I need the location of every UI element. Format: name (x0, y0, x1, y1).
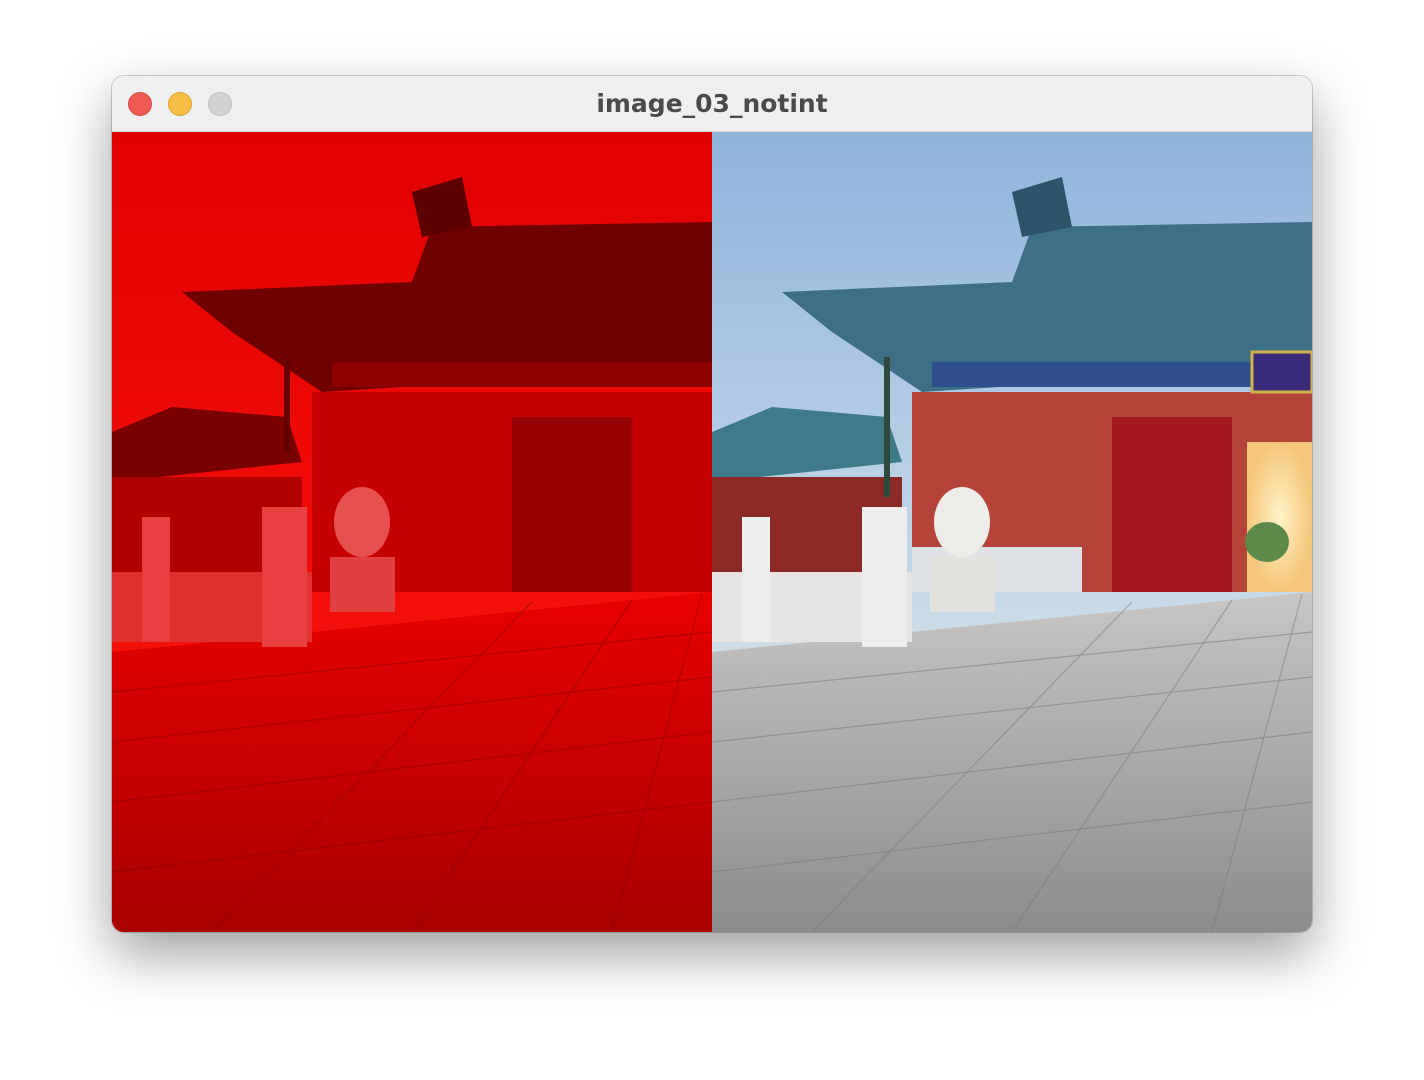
original-image (712, 132, 1312, 932)
window-title: image_03_notint (596, 89, 828, 118)
title-bar[interactable]: image_03_notint (112, 76, 1312, 132)
red-channel-image (112, 132, 712, 932)
image-display (112, 132, 1312, 932)
app-window: image_03_notint (112, 76, 1312, 932)
